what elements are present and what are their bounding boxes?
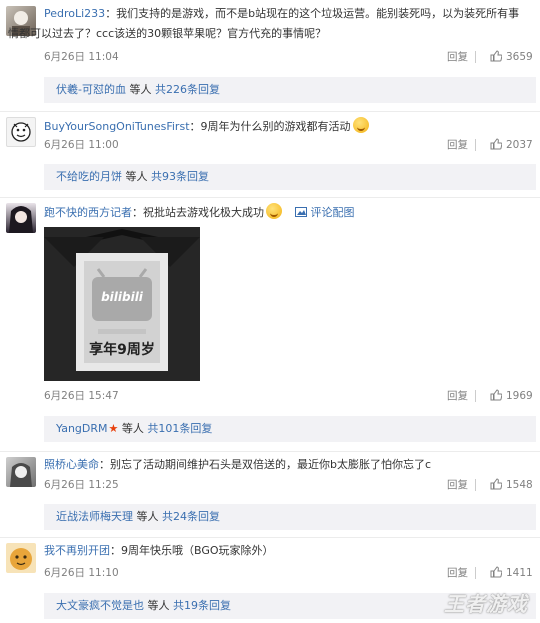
sub-replies-bar: 伏羲-可怼的血 等人 共226条回复 <box>44 77 536 103</box>
like-button[interactable]: 3659 <box>490 50 533 64</box>
avatar[interactable] <box>6 543 36 573</box>
like-button[interactable]: 1969 <box>490 389 533 403</box>
sub-reply-user[interactable]: YangDRM <box>56 422 108 435</box>
comment-username[interactable]: 我不再别开团 <box>44 544 110 557</box>
avatar-image <box>11 122 31 142</box>
like-count: 1548 <box>506 479 533 491</box>
sub-reply-mid: 等人 <box>122 170 151 183</box>
sub-reply-mid: 等人 <box>125 83 155 96</box>
thumbs-up-icon <box>490 566 502 578</box>
comment-text: ：9周年为什么别的游戏都有活动 <box>189 120 351 133</box>
divider <box>475 139 476 151</box>
row-divider <box>0 197 540 198</box>
sub-reply-mid: 等人 <box>144 599 173 612</box>
sub-reply-mid: 等人 <box>118 422 148 435</box>
image-icon <box>295 207 307 217</box>
sub-reply-mid: 等人 <box>133 510 162 523</box>
comment-text-line2: 情都可以过去了？ccc该送的30颗银苹果呢？官方代充的事情呢？ <box>8 27 327 40</box>
comment-username[interactable]: 照桥心美命 <box>44 458 99 471</box>
comment-text: ：9周年快乐哦（BGO玩家除外） <box>110 544 274 557</box>
avatar-image <box>10 548 32 570</box>
sub-reply-user[interactable]: 近战法师梅天理 <box>56 510 133 523</box>
comment-time: 6月26日 11:04 <box>44 51 119 63</box>
sub-replies-bar: 不给吃的月饼 等人 共93条回复 <box>44 164 536 190</box>
thumbs-up-icon <box>490 50 502 62</box>
reply-button[interactable]: 回复 <box>447 566 468 580</box>
like-button[interactable]: 1548 <box>490 478 533 492</box>
row-divider <box>0 111 540 112</box>
sub-reply-count[interactable]: 共19条回复 <box>173 599 231 612</box>
vip-star-icon: ★ <box>108 422 119 435</box>
comment-username[interactable]: BuyYourSongOniTunesFirst <box>44 120 190 133</box>
avatar-image <box>10 463 32 487</box>
like-count: 1969 <box>506 390 533 402</box>
divider <box>475 390 476 402</box>
image-caption: 享年9周岁 <box>89 342 155 358</box>
sub-reply-count[interactable]: 共101条回复 <box>147 422 212 435</box>
like-count: 1411 <box>506 567 533 579</box>
smile-emoji-icon <box>266 203 282 219</box>
thumbs-up-icon <box>490 478 502 490</box>
avatar[interactable] <box>6 117 36 147</box>
reply-button[interactable]: 回复 <box>447 478 468 492</box>
avatar[interactable] <box>6 457 36 487</box>
avatar-image <box>9 206 33 233</box>
sub-reply-user[interactable]: 大文豪疯不觉是也 <box>56 599 144 612</box>
comment-image-link[interactable]: 评论配图 <box>311 206 355 219</box>
divider <box>475 51 476 63</box>
thumbs-up-icon <box>490 389 502 401</box>
thumbs-up-icon <box>490 138 502 150</box>
sub-replies-bar: YangDRM★ 等人 共101条回复 <box>44 416 536 442</box>
sub-reply-user[interactable]: 不给吃的月饼 <box>56 170 122 183</box>
divider <box>475 479 476 491</box>
comment-text: ：别忘了活动期间维护石头是双倍送的，最近你b太膨胀了怕你忘了c <box>99 458 432 471</box>
sub-reply-user[interactable]: 伏羲-可怼的血 <box>56 83 126 96</box>
bilibili-logo: bilibili <box>101 290 143 304</box>
comment-time: 6月26日 11:10 <box>44 567 119 579</box>
reply-button[interactable]: 回复 <box>447 50 468 64</box>
comment-time: 6月26日 15:47 <box>44 390 119 402</box>
row-divider <box>0 451 540 452</box>
comment-attached-image[interactable]: bilibili 享年9周岁 <box>44 227 200 381</box>
reply-button[interactable]: 回复 <box>447 389 468 403</box>
site-watermark: 王者游戏 <box>444 592 528 616</box>
avatar[interactable] <box>6 203 36 233</box>
comment-text: ：我们支持的是游戏，而不是b站现在的这个垃圾运营。能别装死吗，以为装死所有事 <box>105 7 520 20</box>
like-count: 2037 <box>506 139 533 151</box>
sub-reply-count[interactable]: 共24条回复 <box>162 510 220 523</box>
like-button[interactable]: 2037 <box>490 138 533 152</box>
comment-time: 6月26日 11:25 <box>44 479 119 491</box>
comment-time: 6月26日 11:00 <box>44 139 119 151</box>
comment-username[interactable]: PedroLi233 <box>44 7 105 20</box>
row-divider <box>0 537 540 538</box>
comment-username[interactable]: 跑不快的西方记者 <box>44 206 132 219</box>
sub-reply-count[interactable]: 共93条回复 <box>151 170 209 183</box>
comment-text: ：祝批站去游戏化极大成功 <box>132 206 264 219</box>
divider <box>475 567 476 579</box>
sub-replies-bar: 近战法师梅天理 等人 共24条回复 <box>44 504 536 530</box>
like-count: 3659 <box>506 51 533 63</box>
sub-reply-count[interactable]: 共226条回复 <box>155 83 220 96</box>
smile-emoji-icon <box>352 117 369 133</box>
like-button[interactable]: 1411 <box>490 566 533 580</box>
reply-button[interactable]: 回复 <box>447 138 468 152</box>
